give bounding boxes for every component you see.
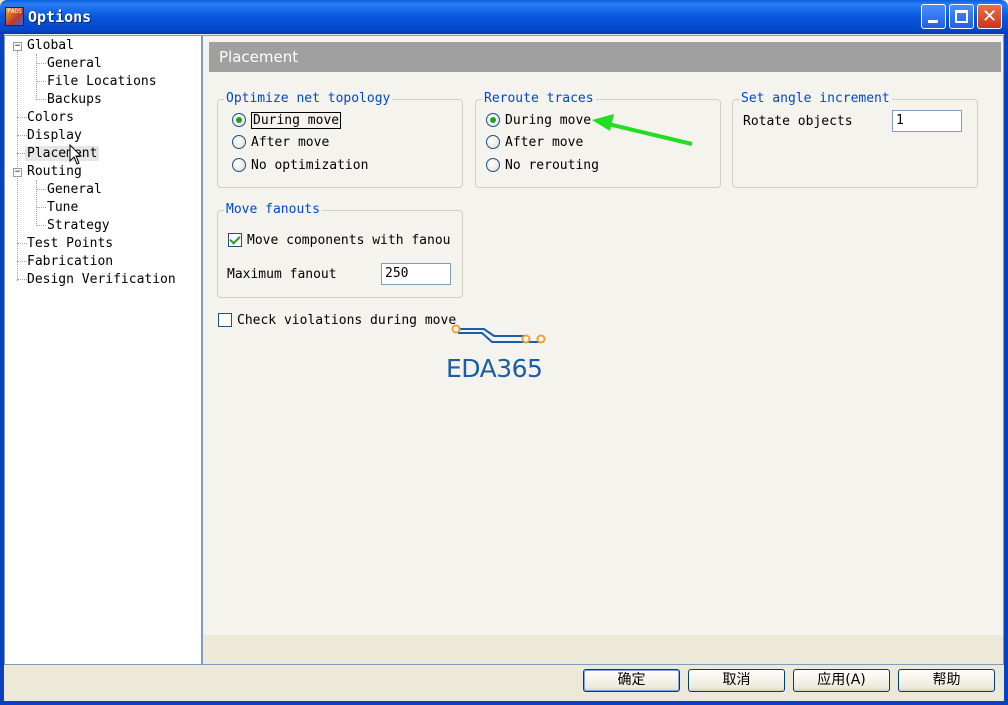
reroute-during-move-label[interactable]: During move: [505, 113, 591, 129]
tree-item-label: Backups: [47, 92, 102, 107]
move-components-label[interactable]: Move components with fanou: [247, 233, 451, 249]
optimize-during-move-radio[interactable]: [232, 113, 246, 127]
window-frame-bottom: [0, 701, 1008, 705]
maximize-button[interactable]: [949, 4, 974, 29]
close-icon: ✕: [981, 6, 998, 27]
tree-item-label: Routing: [27, 164, 82, 179]
tree-item-global[interactable]: Global: [27, 37, 74, 55]
tree-item-label: Design Verification: [27, 272, 176, 287]
check-violations-checkbox[interactable]: [218, 313, 232, 327]
angle-increment-group: Set angle increment Rotate objects 1: [732, 92, 978, 188]
optimize-after-move-label[interactable]: After move: [251, 135, 329, 151]
optimize-net-topology-group: Optimize net topology During move After …: [217, 92, 463, 188]
angle-increment-legend: Set angle increment: [739, 91, 892, 106]
reroute-after-move-radio[interactable]: [486, 135, 500, 149]
help-button[interactable]: 帮助: [898, 669, 995, 692]
tree-item-label: Placement: [25, 146, 100, 161]
reroute-traces-legend: Reroute traces: [482, 91, 596, 106]
tree-item-label: Global: [27, 38, 74, 53]
window-frame-right: [1004, 34, 1008, 705]
close-button[interactable]: ✕: [977, 4, 1002, 29]
minimize-icon: [928, 20, 938, 23]
tree-item-label: Tune: [47, 200, 79, 215]
reroute-during-move-radio[interactable]: [486, 113, 500, 127]
tree-item-file-locations[interactable]: File Locations: [47, 73, 157, 91]
optimize-during-move-text: During move: [251, 112, 342, 129]
eda365-watermark: EDA365: [446, 354, 543, 383]
tree-item-label: Strategy: [47, 218, 110, 233]
minimize-button[interactable]: [921, 4, 946, 29]
move-components-checkbox[interactable]: [228, 233, 242, 247]
maximum-fanout-label: Maximum fanout: [227, 267, 337, 282]
window-title: Options: [28, 8, 92, 26]
tree-item-test-points[interactable]: Test Points: [27, 235, 113, 253]
panel-header: Placement: [209, 42, 1001, 72]
tree-item-label: File Locations: [47, 74, 157, 89]
tree-item-label: Fabrication: [27, 254, 114, 269]
tree-item-colors[interactable]: Colors: [27, 109, 74, 127]
mouse-cursor-icon: [69, 144, 83, 165]
reroute-after-move-label[interactable]: After move: [505, 135, 583, 151]
tree-expander-global[interactable]: −: [13, 42, 22, 51]
maximum-fanout-input[interactable]: 250: [381, 263, 451, 285]
app-icon: PADS: [5, 7, 24, 26]
no-optimization-label[interactable]: No optimization: [251, 158, 368, 174]
eda365-circuit-logo-icon: [451, 324, 546, 344]
title-bar[interactable]: PADS Options ✕: [0, 0, 1008, 34]
rotate-objects-label: Rotate objects: [743, 114, 853, 129]
tree-expander-routing[interactable]: −: [13, 168, 22, 177]
tree-item-backups[interactable]: Backups: [47, 91, 102, 109]
move-fanouts-legend: Move fanouts: [224, 202, 322, 217]
tree-item-global-general[interactable]: General: [47, 55, 102, 73]
rotate-objects-input[interactable]: 1: [892, 110, 962, 132]
annotation-arrow-icon: [592, 114, 693, 146]
check-violations-label[interactable]: Check violations during move: [237, 313, 456, 329]
tree-item-fabrication[interactable]: Fabrication: [27, 253, 113, 271]
no-rerouting-label[interactable]: No rerouting: [505, 158, 599, 174]
optimize-net-topology-legend: Optimize net topology: [224, 91, 393, 106]
tree-item-routing-general[interactable]: General: [47, 181, 102, 199]
optimize-after-move-radio[interactable]: [232, 135, 246, 149]
move-fanouts-group: Move fanouts Move components with fanou …: [217, 203, 463, 298]
apply-button[interactable]: 应用(A): [793, 669, 890, 692]
tree-item-placement[interactable]: Placement: [25, 145, 100, 163]
tree-item-label: Display: [27, 128, 82, 143]
tree-item-label: Colors: [27, 110, 74, 125]
options-tree[interactable]: − Global General File Locations Backups …: [4, 35, 202, 665]
no-optimization-radio[interactable]: [232, 158, 246, 172]
tree-item-design-verification[interactable]: Design Verification: [27, 271, 176, 289]
tree-item-label: General: [47, 182, 102, 197]
ok-button[interactable]: 确定: [583, 669, 680, 692]
panel-bottom-strip: [203, 635, 1003, 664]
optimize-during-move-label[interactable]: During move: [251, 112, 342, 129]
cancel-button[interactable]: 取消: [688, 669, 785, 692]
tree-item-label: Test Points: [27, 236, 114, 251]
tree-item-label: General: [47, 56, 102, 71]
tree-item-tune[interactable]: Tune: [47, 199, 78, 217]
no-rerouting-radio[interactable]: [486, 158, 500, 172]
maximize-icon: [955, 10, 968, 23]
tree-item-strategy[interactable]: Strategy: [47, 217, 110, 235]
tree-item-display[interactable]: Display: [27, 127, 82, 145]
